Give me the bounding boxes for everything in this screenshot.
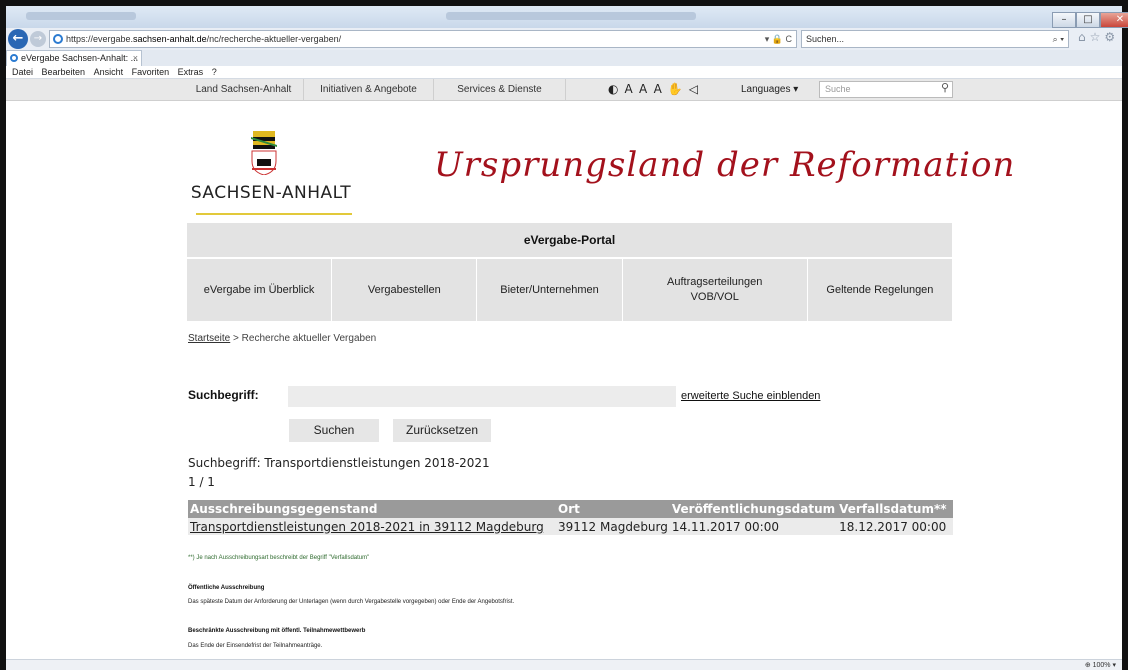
- home-icon[interactable]: ⌂: [1078, 30, 1090, 44]
- accessibility-tools: ◐AAA✋◁: [608, 82, 704, 96]
- sachsen-anhalt-logo[interactable]: SACHSEN-ANHALT: [186, 131, 356, 223]
- topnav-initiativen[interactable]: Initiativen & Angebote: [304, 79, 434, 101]
- menu-datei[interactable]: Datei: [12, 67, 33, 77]
- column-header-subject[interactable]: Ausschreibungsgegenstand: [188, 500, 556, 518]
- contrast-icon[interactable]: ◐: [608, 82, 624, 96]
- footnote: **) Je nach Ausschreibungsart beschreibt…: [188, 555, 370, 561]
- explanation-heading: Öffentliche Ausschreibung: [188, 585, 265, 591]
- read-aloud-icon[interactable]: ◁: [689, 82, 704, 96]
- nav-regelungen[interactable]: Geltende Regelungen: [807, 259, 953, 321]
- menu-extras[interactable]: Extras: [178, 67, 204, 77]
- explanation-heading: Beschränkte Ausschreibung mit öffentl. T…: [188, 628, 366, 634]
- forward-button[interactable]: →: [30, 31, 46, 47]
- nav-bieter[interactable]: Bieter/Unternehmen: [477, 259, 623, 321]
- font-size-normal-icon[interactable]: A: [639, 82, 654, 96]
- portal-title[interactable]: eVergabe-Portal: [187, 223, 952, 257]
- table-header-row: Ausschreibungsgegenstand Ort Veröffentli…: [188, 500, 953, 518]
- favorites-icon[interactable]: ☆: [1090, 30, 1105, 44]
- tab-close-icon[interactable]: ×: [133, 51, 138, 65]
- search-icon[interactable]: ⚲: [941, 81, 949, 96]
- tab-title: eVergabe Sachsen-Anhalt: ...: [21, 53, 139, 63]
- address-bar[interactable]: https://evergabe.sachsen-anhalt.de/nc/re…: [49, 30, 797, 48]
- slogan: Ursprungsland der Reformation: [434, 145, 1016, 185]
- url-host: sachsen-anhalt.de: [133, 34, 207, 44]
- breadcrumb-current: Recherche aktueller Vergaben: [241, 333, 377, 344]
- breadcrumb-home[interactable]: Startseite: [188, 333, 230, 344]
- menu-ansicht[interactable]: Ansicht: [94, 67, 124, 77]
- nav-auftragserteilungen[interactable]: Auftragserteilungen VOB/VOL: [622, 259, 808, 321]
- quick-access-toolbar: [26, 12, 136, 20]
- result-link[interactable]: Transportdienstleistungen 2018-2021 in 3…: [190, 520, 544, 534]
- coat-of-arms-icon: [251, 131, 277, 175]
- column-header-ort[interactable]: Ort: [556, 500, 670, 518]
- title-bar: – □ ✕: [6, 6, 1128, 28]
- logo-text: SACHSEN-ANHALT: [190, 183, 352, 203]
- zoom-icon: ⊕: [1084, 662, 1093, 669]
- cell-ort: 39112 Magdeburg: [556, 518, 670, 535]
- site-icon: [53, 34, 63, 44]
- table-row: Transportdienstleistungen 2018-2021 in 3…: [188, 518, 953, 535]
- url-prefix: https://evergabe.: [66, 34, 134, 44]
- sign-language-icon[interactable]: ✋: [668, 82, 689, 96]
- minimize-icon[interactable]: –: [1052, 12, 1076, 28]
- breadcrumb: Startseite > Recherche aktueller Vergabe…: [188, 333, 376, 344]
- topnav-land[interactable]: Land Sachsen-Anhalt: [184, 79, 304, 101]
- close-icon[interactable]: ✕: [1100, 12, 1128, 28]
- back-button[interactable]: ←: [8, 29, 28, 49]
- explanation-text: Das Ende der Einsendefrist der Teilnahme…: [188, 643, 323, 649]
- site-top-bar: Land Sachsen-Anhalt Initiativen & Angebo…: [6, 79, 1122, 101]
- window-title-blurred: [446, 12, 696, 20]
- nav-ueberblick[interactable]: eVergabe im Überblick: [187, 259, 333, 321]
- page-viewport: Land Sachsen-Anhalt Initiativen & Angebo…: [6, 79, 1122, 659]
- search-term-input[interactable]: [288, 386, 676, 407]
- tab-favicon-icon: [10, 54, 18, 62]
- tab-evergabe[interactable]: eVergabe Sachsen-Anhalt: ... ×: [6, 50, 142, 66]
- zoom-level: 100%: [1092, 662, 1111, 669]
- column-header-expires[interactable]: Verfallsdatum**: [837, 500, 953, 518]
- search-button[interactable]: Suchen: [289, 419, 379, 442]
- zoom-control[interactable]: ⊕ 100% ▾: [1085, 661, 1116, 669]
- cell-expires: 18.12.2017 00:00: [837, 518, 953, 535]
- search-label: Suchbegriff:: [188, 388, 259, 402]
- maximize-icon[interactable]: □: [1076, 12, 1100, 28]
- reset-button[interactable]: Zurücksetzen: [393, 419, 491, 442]
- site-search-input[interactable]: Suche ⚲: [819, 81, 953, 98]
- advanced-search-link[interactable]: erweiterte Suche einblenden: [681, 390, 820, 402]
- pager: 1 / 1: [188, 475, 215, 489]
- topnav-services[interactable]: Services & Dienste: [434, 79, 566, 101]
- explanation-text: Das späteste Datum der Anforderung der U…: [188, 599, 515, 605]
- tab-strip: eVergabe Sachsen-Anhalt: ... ×: [6, 50, 1122, 66]
- languages-menu[interactable]: Languages ▾: [741, 79, 798, 101]
- search-icon[interactable]: ⌕ ▾: [1053, 31, 1064, 47]
- breadcrumb-separator: >: [230, 333, 242, 344]
- font-size-small-icon[interactable]: A: [624, 82, 639, 96]
- address-row: ← → https://evergabe.sachsen-anhalt.de/n…: [6, 28, 1122, 50]
- logo-underline: [196, 213, 352, 215]
- url-path: /nc/recherche-aktueller-vergaben/: [206, 34, 342, 44]
- site-search-placeholder: Suche: [825, 84, 851, 94]
- browser-search-input[interactable]: Suchen... ⌕ ▾: [801, 30, 1069, 48]
- address-tools-icon[interactable]: ▾ 🔒 C: [765, 31, 792, 47]
- results-table: Ausschreibungsgegenstand Ort Veröffentli…: [188, 500, 953, 535]
- main-navigation: eVergabe im Überblick Vergabestellen Bie…: [187, 259, 953, 321]
- settings-icon[interactable]: ⚙: [1104, 30, 1119, 44]
- toolbar-icons: ⌂☆⚙: [1078, 30, 1119, 44]
- nav-vergabestellen[interactable]: Vergabestellen: [332, 259, 478, 321]
- font-size-large-icon[interactable]: A: [654, 82, 668, 96]
- menu-favoriten[interactable]: Favoriten: [132, 67, 170, 77]
- browser-search-placeholder: Suchen...: [806, 34, 845, 44]
- menu-help[interactable]: ?: [212, 67, 217, 77]
- result-query: Suchbegriff: Transportdienstleistungen 2…: [188, 456, 490, 470]
- menu-bar: Datei Bearbeiten Ansicht Favoriten Extra…: [6, 66, 1122, 79]
- menu-bearbeiten[interactable]: Bearbeiten: [42, 67, 86, 77]
- column-header-published[interactable]: Veröffentlichungsdatum: [669, 500, 838, 518]
- status-bar: ⊕ 100% ▾: [6, 659, 1122, 670]
- cell-published: 14.11.2017 00:00: [669, 518, 838, 535]
- cell-subject: Transportdienstleistungen 2018-2021 in 3…: [188, 518, 556, 535]
